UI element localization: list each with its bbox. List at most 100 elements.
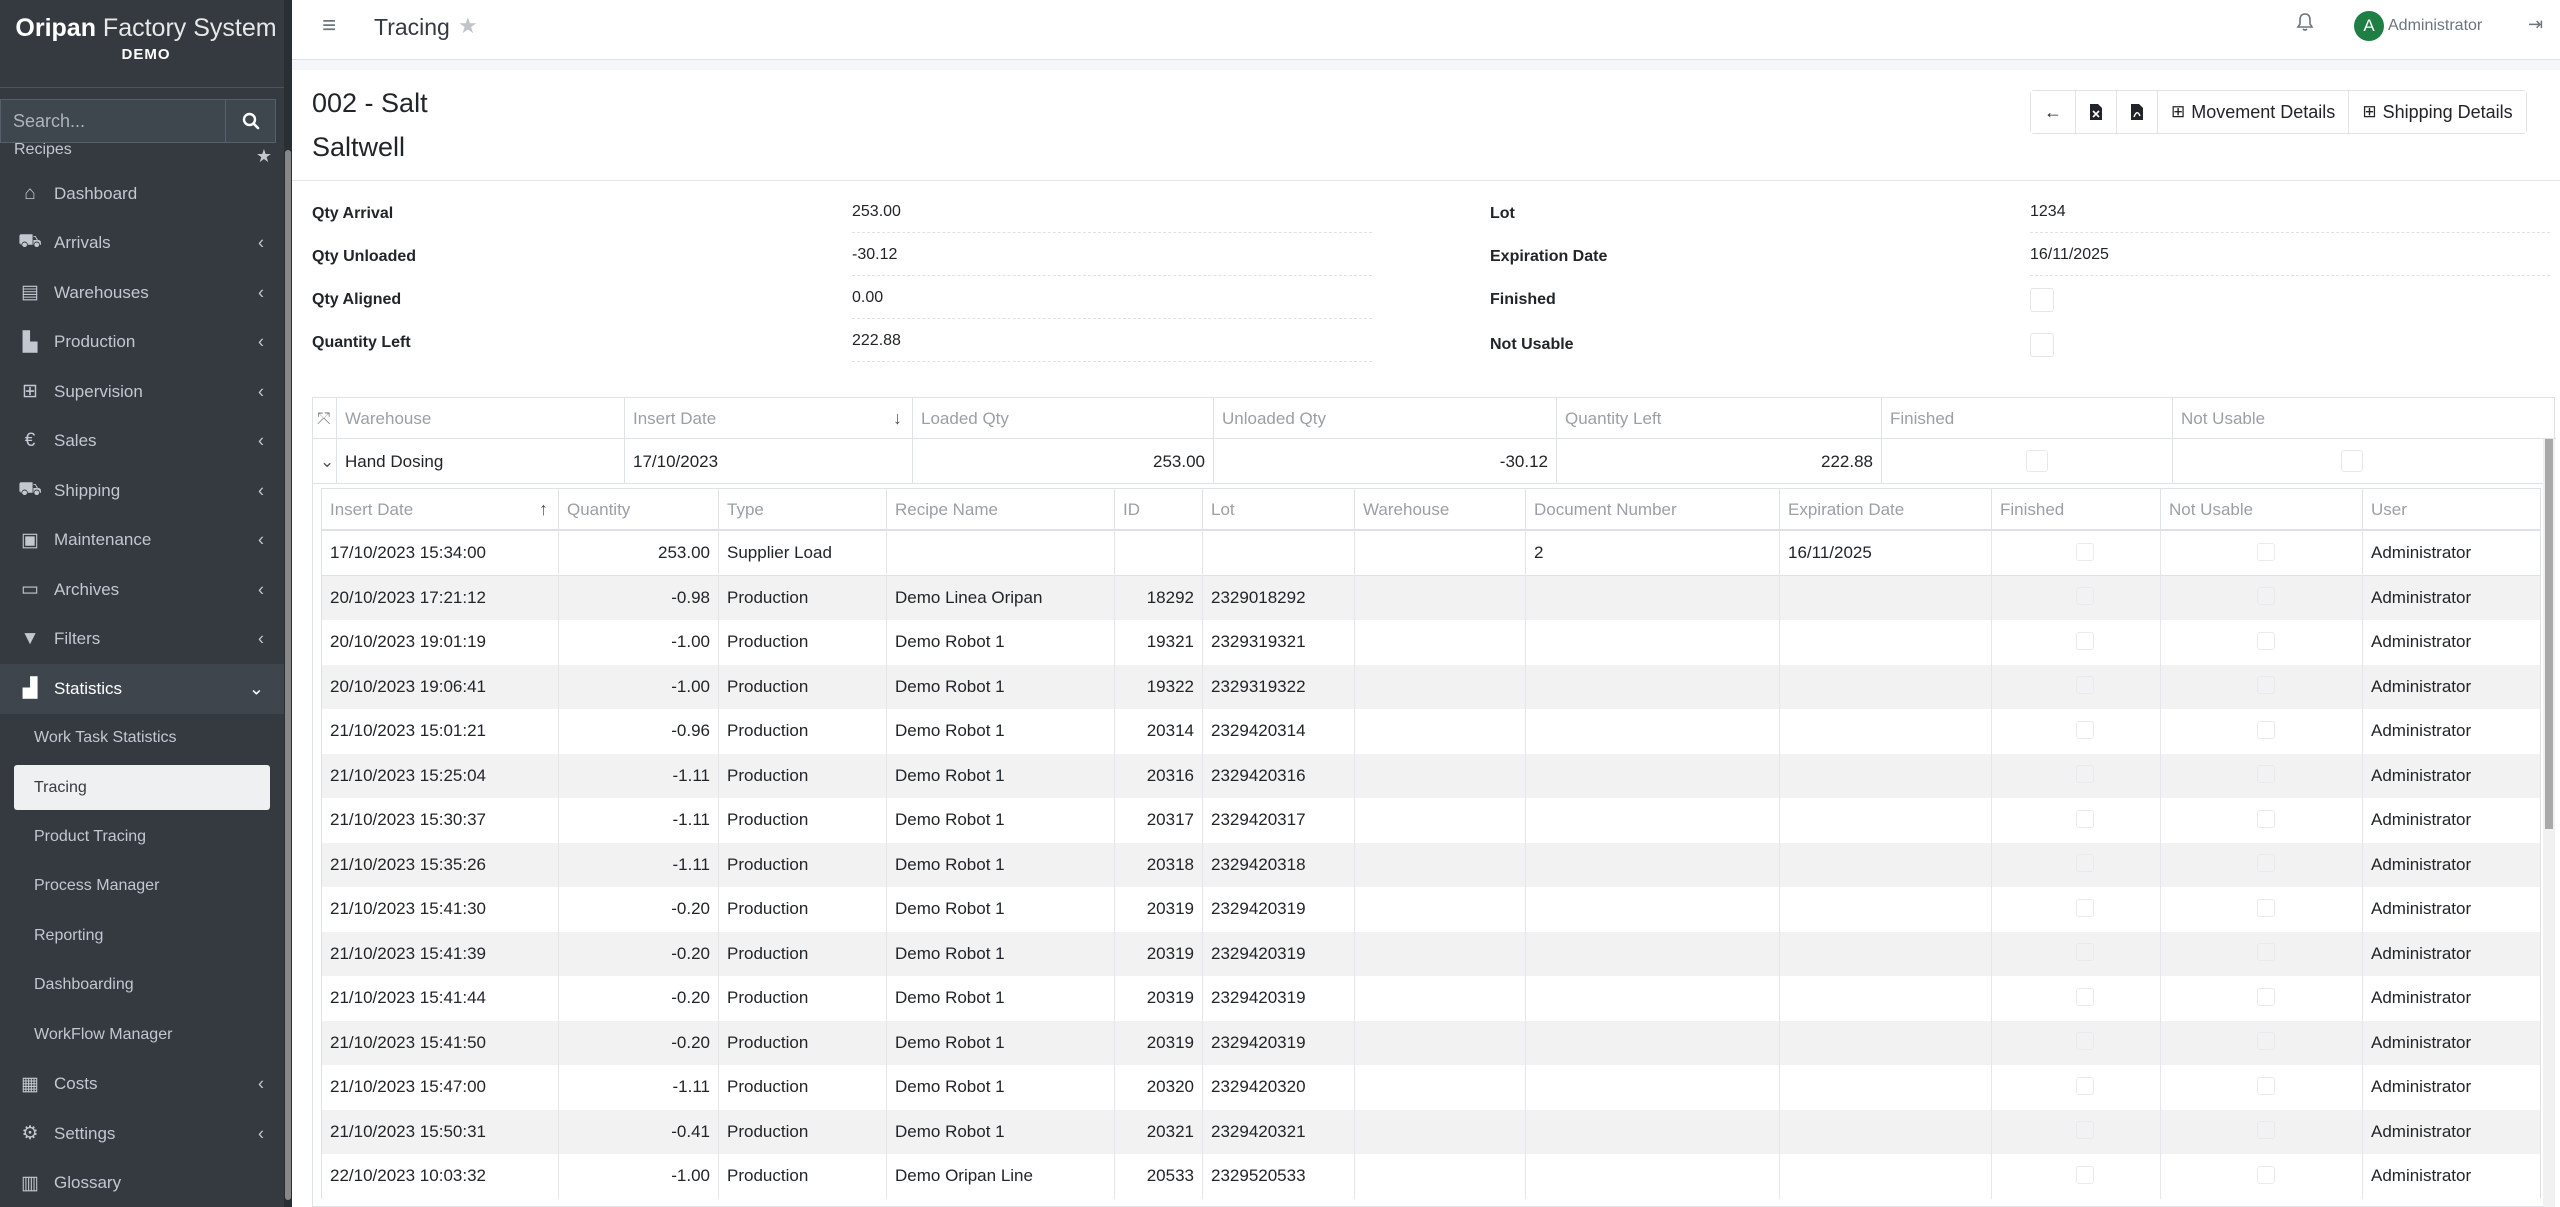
column-header-quantity[interactable]: Quantity — [559, 489, 719, 530]
brand[interactable]: Oripan Factory System DEMO — [0, 0, 292, 88]
export-excel-button[interactable] — [2076, 91, 2117, 133]
menu-toggle-icon[interactable]: ≡ — [322, 12, 336, 40]
column-header-recipe-name[interactable]: Recipe Name — [887, 489, 1115, 530]
column-header-id[interactable]: ID — [1115, 489, 1203, 530]
cell-user: Administrator — [2371, 721, 2472, 740]
sidebar-item-arrivals[interactable]: ⛟ Arrivals ‹ — [0, 219, 284, 269]
sidebar-subitem-dashboarding[interactable]: Dashboarding — [0, 961, 284, 1011]
not-usable-checkbox — [2341, 450, 2363, 472]
finished-checkbox — [2076, 987, 2094, 1006]
column-header-type[interactable]: Type — [719, 489, 887, 530]
table-row[interactable]: 21/10/2023 15:41:44 -0.20 Production Demo R… — [321, 976, 2541, 1021]
table-row[interactable]: 22/10/2023 10:03:32 -1.00 Production Demo O… — [321, 1154, 2541, 1199]
column-header-lot[interactable]: Lot — [1203, 489, 1355, 530]
finished-checkbox — [2076, 1076, 2094, 1095]
column-header-unloaded-qty[interactable]: Unloaded Qty — [1214, 398, 1557, 439]
sidebar-subitem-work-task-statistics[interactable]: Work Task Statistics — [0, 714, 284, 764]
sidebar-subitem-workflow-manager[interactable]: WorkFlow Manager — [0, 1010, 284, 1060]
export-pdf-button[interactable] — [2117, 91, 2158, 133]
column-header-not-usable[interactable]: Not Usable — [2161, 489, 2363, 530]
scrollbar-thumb[interactable] — [2545, 439, 2553, 829]
sidebar-item-costs[interactable]: ▦ Costs ‹ — [0, 1060, 284, 1110]
column-header-quantity-left[interactable]: Quantity Left — [1557, 398, 1882, 439]
sidebar-item-glossary[interactable]: ▥ Glossary — [0, 1159, 284, 1207]
shipping-details-button[interactable]: ⊞ Shipping Details — [2349, 91, 2526, 133]
field-value: 0.00 — [852, 289, 1372, 319]
table-row[interactable]: 21/10/2023 15:01:21 -0.96 Production Demo R… — [321, 709, 2541, 754]
table-row[interactable]: 20/10/2023 19:06:41 -1.00 Production Demo R… — [321, 664, 2541, 709]
cell-unloaded-qty: -30.12 — [1214, 439, 1557, 484]
cell-warehouse — [1355, 931, 1526, 976]
column-header-finished[interactable]: Finished — [1882, 398, 2173, 439]
column-header-warehouse[interactable]: Warehouse — [337, 398, 625, 439]
sidebar-subitem-product-tracing[interactable]: Product Tracing — [0, 812, 284, 862]
logout-icon[interactable]: ⇥ — [2528, 14, 2543, 35]
warehouse-row[interactable]: ⌄ Hand Dosing 17/10/2023 253.00 -30.12 2… — [313, 439, 2543, 484]
folder-open-icon: ▭ — [21, 579, 39, 601]
cell-finished — [1992, 931, 2161, 976]
collapse-row-icon[interactable]: ⌄ — [313, 439, 337, 484]
sidebar-subitem-reporting[interactable]: Reporting — [0, 911, 284, 961]
scrollbar-thumb[interactable] — [285, 150, 291, 1200]
search-button[interactable] — [226, 99, 276, 143]
table-row[interactable]: 21/10/2023 15:35:26 -1.11 Production Demo R… — [321, 842, 2541, 887]
sidebar-subitem-process-manager[interactable]: Process Manager — [0, 862, 284, 912]
column-header-insert-date[interactable]: Insert Date ↑ — [322, 489, 559, 530]
column-header-finished[interactable]: Finished — [1992, 489, 2161, 530]
table-row[interactable]: 20/10/2023 17:21:12 -0.98 Production Demo L… — [321, 575, 2541, 620]
table-row[interactable]: 20/10/2023 19:01:19 -1.00 Production Demo R… — [321, 620, 2541, 665]
column-header-loaded-qty[interactable]: Loaded Qty — [913, 398, 1214, 439]
cell-warehouse — [1355, 1065, 1526, 1110]
cell-finished — [1992, 575, 2161, 620]
table-row[interactable]: 21/10/2023 15:41:30 -0.20 Production Demo R… — [321, 887, 2541, 932]
cell-document-number: 2 — [1526, 531, 1780, 576]
user-menu[interactable]: A Administrator — [2354, 11, 2482, 41]
sidebar-item-maintenance[interactable]: ▣ Maintenance ‹ — [0, 516, 284, 566]
table-icon: ⊞ — [2171, 102, 2186, 121]
table-row[interactable]: 21/10/2023 15:25:04 -1.11 Production Demo R… — [321, 753, 2541, 798]
sidebar-item-production[interactable]: ▙ Production ‹ — [0, 318, 284, 368]
sidebar-item-warehouses[interactable]: ▤ Warehouses ‹ — [0, 268, 284, 318]
table-row[interactable]: 21/10/2023 15:47:00 -1.11 Production Demo R… — [321, 1065, 2541, 1110]
sidebar-item-archives[interactable]: ▭ Archives ‹ — [0, 565, 284, 615]
column-header-expiration-date[interactable]: Expiration Date — [1780, 489, 1992, 530]
cell-insert-date: 21/10/2023 15:41:50 — [322, 1020, 559, 1065]
sidebar-item-sales[interactable]: € Sales ‹ — [0, 417, 284, 467]
search-input[interactable] — [0, 99, 226, 143]
finished-checkbox — [2076, 542, 2094, 561]
cell-lot: 2329520533 — [1203, 1154, 1355, 1199]
expand-all-icon[interactable]: ⤧ — [313, 398, 337, 439]
sidebar-item-recipes[interactable]: Recipes ★ — [0, 143, 284, 169]
table-row[interactable]: 21/10/2023 15:41:50 -0.20 Production Demo R… — [321, 1020, 2541, 1065]
cell-document-number — [1526, 1109, 1780, 1154]
movement-details-button[interactable]: ⊞ Movement Details — [2158, 91, 2350, 133]
table-scrollbar[interactable] — [2543, 439, 2555, 1207]
sidebar-subitem-tracing[interactable]: Tracing — [14, 765, 270, 810]
sidebar-item-filters[interactable]: ▼ Filters ‹ — [0, 615, 284, 665]
sidebar-scrollbar[interactable] — [284, 0, 292, 1207]
sidebar-item-label: Dashboard — [54, 183, 138, 203]
sidebar-item-shipping[interactable]: ⛟ Shipping ‹ — [0, 466, 284, 516]
bell-icon[interactable] — [2296, 12, 2314, 38]
table-row[interactable]: 21/10/2023 15:41:39 -0.20 Production Demo R… — [321, 931, 2541, 976]
favorite-star-icon[interactable]: ★ — [458, 13, 478, 39]
cell-id: 20319 — [1115, 931, 1203, 976]
sidebar-item-supervision[interactable]: ⊞ Supervision ‹ — [0, 367, 284, 417]
field-label: Qty Arrival — [312, 205, 394, 222]
column-header-document-number[interactable]: Document Number — [1526, 489, 1780, 530]
field-label: Expiration Date — [1490, 248, 1608, 265]
sidebar-item-settings[interactable]: ⚙ Settings ‹ — [0, 1109, 284, 1159]
table-row[interactable]: 17/10/2023 15:34:00 253.00 Supplier Load 2 1… — [321, 531, 2541, 576]
cell-insert-date: 21/10/2023 15:47:00 — [322, 1065, 559, 1110]
sidebar-item-dashboard[interactable]: ⌂ Dashboard — [0, 169, 284, 219]
column-header-insert-date[interactable]: Insert Date ↓ — [625, 398, 913, 439]
column-header-not-usable[interactable]: Not Usable — [2173, 398, 2555, 439]
table-row[interactable]: 21/10/2023 15:30:37 -1.11 Production Demo R… — [321, 798, 2541, 843]
star-icon[interactable]: ★ — [256, 143, 272, 169]
column-label: Loaded Qty — [921, 409, 1009, 428]
column-header-user[interactable]: User — [2363, 489, 2540, 530]
sidebar-item-statistics[interactable]: ▟ Statistics ⌄ — [0, 664, 284, 714]
column-header-warehouse[interactable]: Warehouse — [1355, 489, 1526, 530]
back-button[interactable]: ← — [2031, 91, 2076, 133]
table-row[interactable]: 21/10/2023 15:50:31 -0.41 Production Demo R… — [321, 1109, 2541, 1154]
